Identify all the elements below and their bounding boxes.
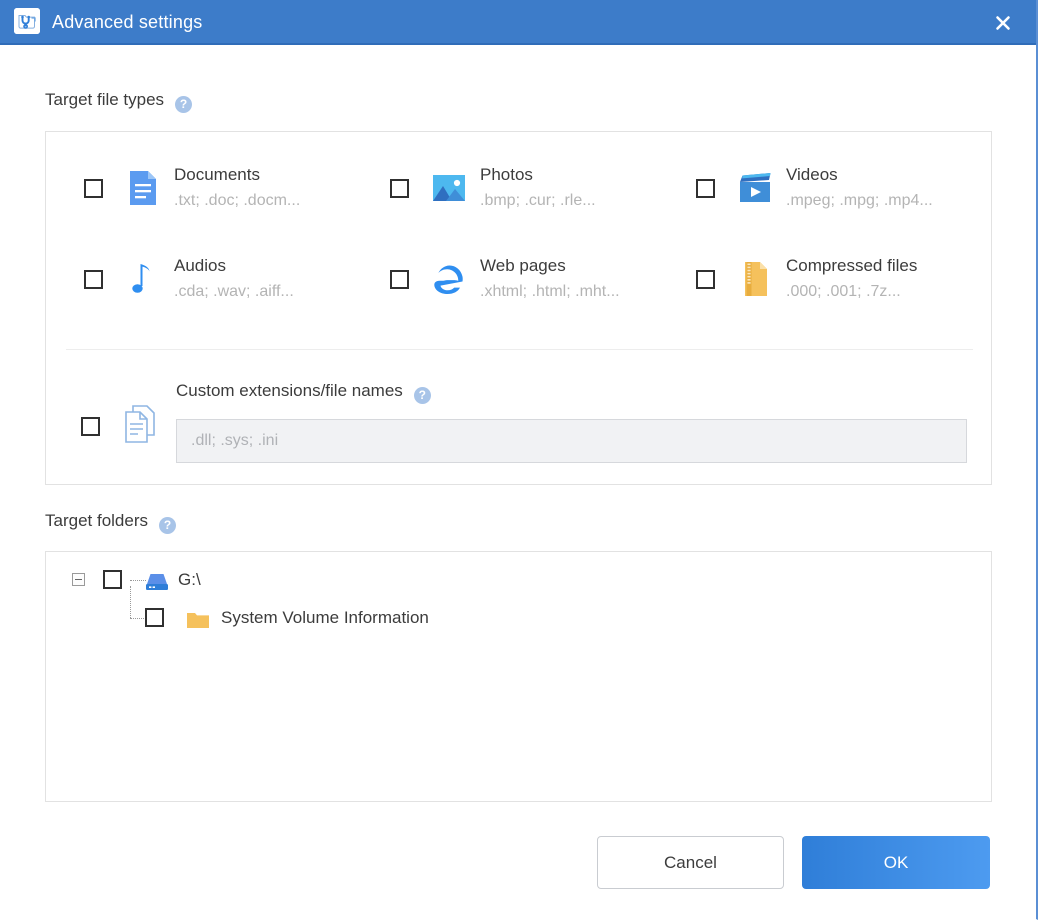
archive-icon <box>734 258 776 300</box>
file-type-extensions: .bmp; .cur; .rle... <box>480 192 596 209</box>
file-type-row: Videos .mpeg; .mpg; .mp4... <box>696 165 996 220</box>
folder-icon <box>185 609 211 631</box>
drive-icon <box>144 571 170 593</box>
file-type-row: Compressed files .000; .001; .7z... <box>696 256 996 311</box>
close-icon[interactable] <box>978 0 1028 45</box>
file-type-name: Documents <box>174 165 260 184</box>
file-type-row: Photos .bmp; .cur; .rle... <box>390 165 690 220</box>
tree-row[interactable]: System Volume Information <box>46 606 966 634</box>
help-icon-custom-extensions[interactable]: ? <box>413 387 431 404</box>
file-type-name: Compressed files <box>786 256 918 275</box>
tree-row[interactable]: G:\ <box>46 568 966 596</box>
file-type-extensions: .000; .001; .7z... <box>786 283 901 300</box>
audio-icon <box>122 258 164 300</box>
file-type-row: Documents .txt; .doc; .docm... <box>84 165 384 220</box>
ok-button-label: OK <box>883 852 909 872</box>
checkbox-compressed-files[interactable] <box>696 270 715 289</box>
ok-button[interactable]: OK <box>802 836 990 889</box>
help-icon-folders[interactable]: ? <box>159 517 176 534</box>
help-icon-file-types[interactable]: ? <box>175 96 193 113</box>
target-file-types-text: Target file types <box>45 90 165 109</box>
photo-icon <box>428 167 470 209</box>
folder-tree-panel: G:\ System Volume Information <box>45 551 992 802</box>
checkbox-drive-g[interactable] <box>103 570 122 589</box>
cancel-button-label: Cancel <box>664 852 717 872</box>
custom-extensions-text: Custom extensions/file names <box>176 381 403 400</box>
checkbox-audios[interactable] <box>84 270 103 289</box>
file-type-extensions: .mpeg; .mpg; .mp4... <box>786 192 933 209</box>
target-folders-label: Target folders? <box>45 511 176 534</box>
document-icon <box>122 167 164 209</box>
target-folders-text: Target folders <box>45 511 148 530</box>
checkbox-videos[interactable] <box>696 179 715 198</box>
recovery-app-icon <box>14 8 40 34</box>
browser-icon <box>428 258 470 300</box>
panel-divider <box>66 349 973 350</box>
checkbox-system-volume-information[interactable] <box>145 608 164 627</box>
title-bar: Advanced settings <box>0 0 1036 45</box>
video-icon <box>734 167 776 209</box>
tree-expander-toggle[interactable] <box>72 573 85 586</box>
file-type-extensions: .cda; .wav; .aiff... <box>174 283 294 300</box>
tree-label: G:\ <box>178 570 201 589</box>
file-type-row: Web pages .xhtml; .html; .mht... <box>390 256 690 311</box>
file-type-name: Audios <box>174 256 226 275</box>
file-type-extensions: .xhtml; .html; .mht... <box>480 283 620 300</box>
file-type-name: Videos <box>786 165 838 184</box>
file-type-name: Photos <box>480 165 533 184</box>
window-title: Advanced settings <box>52 12 203 32</box>
checkbox-photos[interactable] <box>390 179 409 198</box>
cancel-button[interactable]: Cancel <box>597 836 784 889</box>
tree-label: System Volume Information <box>221 608 429 627</box>
file-type-name: Web pages <box>480 256 566 275</box>
advanced-settings-dialog: Advanced settings Target file types? Doc… <box>0 0 1038 920</box>
checkbox-web-pages[interactable] <box>390 270 409 289</box>
custom-extensions-input[interactable] <box>176 419 967 463</box>
checkbox-custom-extensions[interactable] <box>81 417 100 436</box>
checkbox-documents[interactable] <box>84 179 103 198</box>
file-type-extensions: .txt; .doc; .docm... <box>174 192 301 209</box>
file-type-row: Audios .cda; .wav; .aiff... <box>84 256 384 311</box>
target-file-types-label: Target file types? <box>45 90 193 113</box>
multi-document-icon <box>120 403 164 449</box>
custom-extensions-label: Custom extensions/file names? <box>176 381 431 404</box>
